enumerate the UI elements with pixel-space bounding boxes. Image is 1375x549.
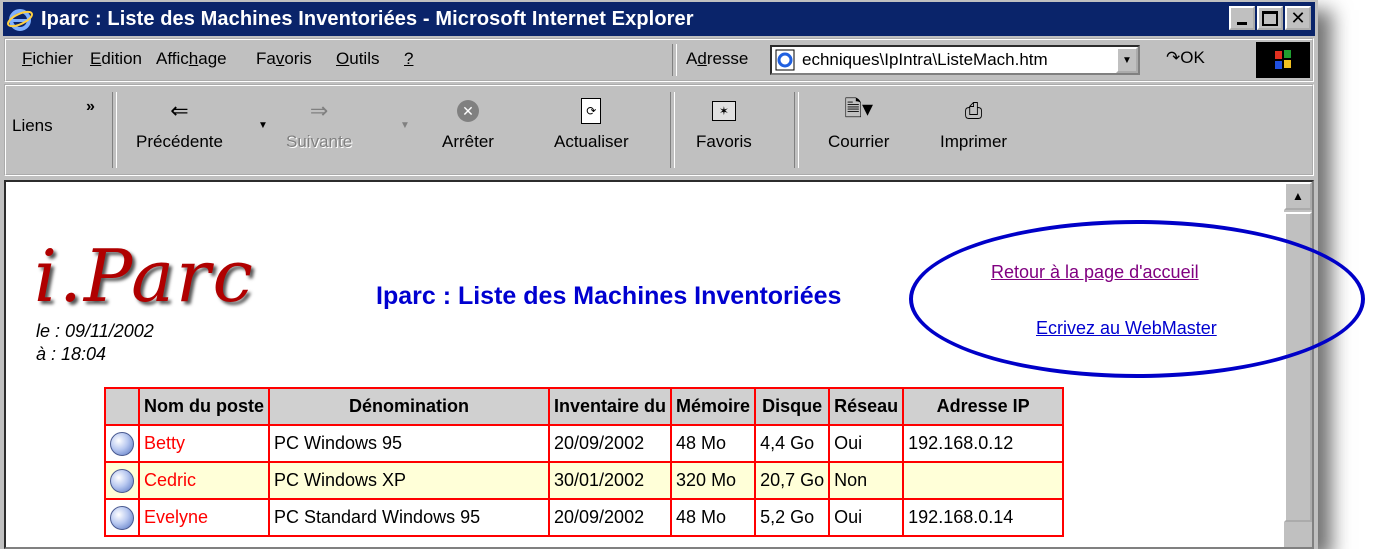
cell-denomination: PC Standard Windows 95 [268, 498, 550, 537]
address-dropdown-button[interactable]: ▼ [1116, 47, 1138, 73]
cell-network: Non [828, 461, 905, 500]
windows-logo [1256, 42, 1310, 78]
col-header-memory: Mémoire [670, 387, 757, 426]
time-line: à : 18:04 [36, 344, 107, 364]
cell-ip: 192.168.0.12 [902, 424, 1065, 463]
menu-edition[interactable]: Edition [90, 49, 142, 69]
cell-memory: 48 Mo [670, 498, 757, 537]
col-header-denomination: Dénomination [268, 387, 550, 426]
cell-memory: 320 Mo [670, 461, 757, 500]
bullet-icon [110, 505, 134, 530]
ie-icon [7, 9, 33, 31]
address-label: Adresse [686, 49, 749, 68]
cell-denomination: PC Windows 95 [268, 424, 550, 463]
col-header-disk: Disque [754, 387, 831, 426]
printer-icon: ⎙ [964, 98, 983, 123]
menu-bar: Fichier Edition Affichage Favoris Outils… [4, 38, 1314, 82]
vertical-scrollbar[interactable]: ▲ [1284, 182, 1312, 547]
cell-disk: 5,2 Go [754, 498, 831, 537]
cell-date: 30/01/2002 [547, 461, 673, 500]
machine-name-link[interactable]: Evelyne [138, 498, 270, 537]
windows-flag-icon [1275, 50, 1291, 69]
bullet-icon [110, 468, 134, 493]
page-icon [775, 49, 795, 71]
iparc-logo: i.Parc [34, 234, 255, 318]
back-button[interactable]: ⇐ Précédente [136, 96, 223, 152]
forward-button[interactable]: ⇒ Suivante [286, 96, 352, 152]
close-icon: ✕ [1290, 8, 1306, 28]
machine-name-link[interactable]: Cedric [138, 461, 270, 500]
title-bar[interactable]: Iparc : Liste des Machines Inventoriées … [3, 2, 1315, 36]
address-value: echniques\IpIntra\ListeMach.htm [802, 50, 1048, 69]
go-button[interactable]: ↷OK [1166, 48, 1205, 68]
menu-favoris[interactable]: Favoris [256, 49, 312, 69]
toolbar: Liens » ⇐ Précédente ▼ ⇒ Suivante ▼ ✕ Ar… [4, 84, 1314, 176]
back-arrow-icon: ⇐ [170, 98, 189, 123]
stop-button[interactable]: ✕ Arrêter [442, 96, 494, 152]
table-row: Betty PC Windows 95 20/09/2002 48 Mo 4,4… [104, 424, 1065, 463]
cell-memory: 48 Mo [670, 424, 757, 463]
mail-icon: 🗎▾ [844, 96, 874, 121]
scroll-up-button[interactable]: ▲ [1284, 182, 1312, 210]
address-input[interactable]: echniques\IpIntra\ListeMach.htm ▼ [770, 45, 1140, 75]
date-line: le : 09/11/2002 [36, 321, 154, 341]
refresh-button[interactable]: ⟳ Actualiser [554, 96, 629, 152]
chevron-down-icon: ▼ [1122, 54, 1132, 66]
minimize-button[interactable] [1229, 6, 1255, 30]
links-label[interactable]: Liens [12, 116, 53, 136]
cell-network: Oui [828, 498, 905, 537]
menu-affichage[interactable]: Affichage [156, 49, 227, 69]
table-header-row: Nom du poste Dénomination Inventaire du … [104, 387, 1065, 426]
cell-date: 20/09/2002 [547, 498, 673, 537]
cell-denomination: PC Windows XP [268, 461, 550, 500]
maximize-button[interactable] [1257, 6, 1283, 30]
highlight-ellipse [909, 220, 1365, 378]
table-row: Cedric PC Windows XP 30/01/2002 320 Mo 2… [104, 461, 1065, 500]
triangle-up-icon: ▲ [1292, 189, 1304, 203]
col-header-network: Réseau [828, 387, 905, 426]
table-row: Evelyne PC Standard Windows 95 20/09/200… [104, 498, 1065, 537]
window-title: Iparc : Liste des Machines Inventoriées … [41, 7, 694, 30]
cell-disk: 20,7 Go [754, 461, 831, 500]
menu-help[interactable]: ? [404, 49, 413, 69]
print-button[interactable]: ⎙ Imprimer [940, 96, 1007, 152]
col-header-name: Nom du poste [138, 387, 270, 426]
machine-name-link[interactable]: Betty [138, 424, 270, 463]
maximize-icon [1262, 10, 1278, 26]
menu-fichier[interactable]: Fichier [22, 49, 73, 69]
back-dropdown-icon[interactable]: ▼ [258, 120, 268, 131]
close-button[interactable]: ✕ [1285, 6, 1311, 30]
menu-outils[interactable]: Outils [336, 49, 379, 69]
chevron-right-icon[interactable]: » [86, 98, 95, 116]
page-title: Iparc : Liste des Machines Inventoriées [376, 282, 842, 310]
favorites-icon: ✶ [711, 101, 736, 121]
cell-ip [902, 461, 1065, 500]
cell-date: 20/09/2002 [547, 424, 673, 463]
bullet-icon [110, 431, 134, 456]
cell-network: Oui [828, 424, 905, 463]
cell-disk: 4,4 Go [754, 424, 831, 463]
timestamp: le : 09/11/2002 à : 18:04 [36, 320, 154, 366]
col-header-ip: Adresse IP [902, 387, 1065, 426]
col-header-icon [104, 387, 140, 426]
refresh-icon: ⟳ [581, 98, 602, 124]
inventory-table: Nom du poste Dénomination Inventaire du … [104, 387, 1065, 537]
stop-icon: ✕ [456, 100, 479, 122]
favorites-button[interactable]: ✶ Favoris [696, 96, 752, 152]
cell-ip: 192.168.0.14 [902, 498, 1065, 537]
mail-button[interactable]: 🗎▾ Courrier [828, 96, 889, 152]
minimize-icon [1237, 21, 1247, 25]
col-header-inventory-date: Inventaire du [547, 387, 673, 426]
forward-dropdown-icon: ▼ [400, 120, 410, 131]
forward-arrow-icon: ⇒ [309, 98, 329, 123]
go-arrow-icon: ↷ [1166, 48, 1181, 67]
